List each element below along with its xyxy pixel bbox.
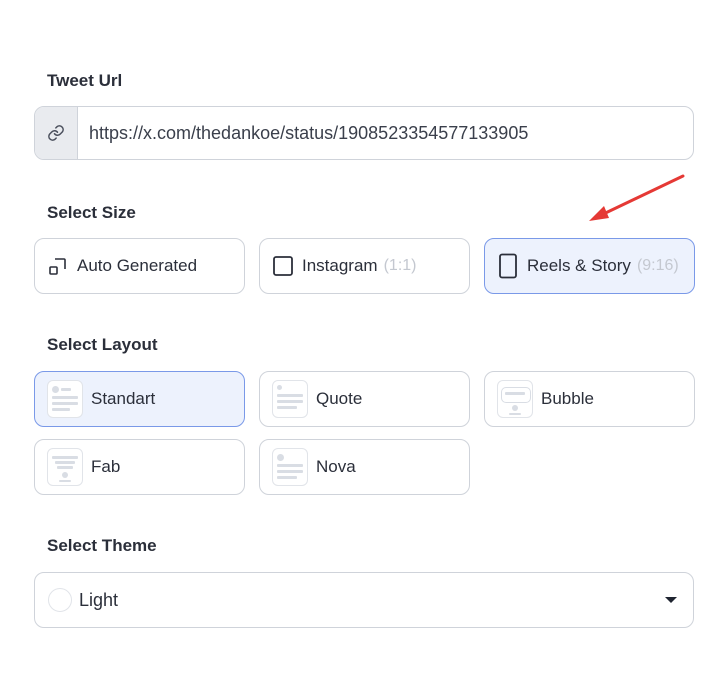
layout-option-label: Fab [91, 457, 121, 476]
portrait-icon [497, 253, 519, 279]
layout-standart-thumbnail-icon [47, 380, 83, 418]
tweet-url-label: Tweet Url [47, 71, 123, 90]
tweet-url-input[interactable] [78, 107, 693, 159]
size-option-reels-story[interactable]: Reels & Story (9:16) [484, 238, 695, 294]
size-option-instagram[interactable]: Instagram (1:1) [259, 238, 470, 294]
layout-quote-thumbnail-icon [272, 380, 308, 418]
layout-nova-thumbnail-icon [272, 448, 308, 486]
layout-option-label: Nova [316, 457, 356, 476]
size-option-label: Instagram [302, 256, 378, 275]
chevron-down-icon[interactable] [665, 597, 677, 603]
link-icon [35, 107, 78, 159]
layout-option-label: Standart [91, 389, 156, 408]
theme-selected-value: Light [79, 589, 119, 610]
auto-size-icon [47, 255, 69, 277]
layout-bubble-thumbnail-icon [497, 380, 533, 418]
size-option-label: Reels & Story [527, 256, 631, 275]
size-option-label: Auto Generated [77, 256, 198, 275]
annotation-arrow-icon [589, 174, 685, 221]
select-theme-label: Select Theme [47, 536, 157, 555]
select-size-label: Select Size [47, 203, 136, 222]
layout-option-fab[interactable]: Fab [34, 439, 245, 495]
layout-option-label: Quote [316, 389, 363, 408]
size-option-ratio: (9:16) [636, 257, 679, 274]
tweet-url-field[interactable] [34, 106, 694, 160]
size-option-auto-generated[interactable]: Auto Generated [34, 238, 245, 294]
layout-option-label: Bubble [541, 389, 594, 408]
select-layout-label: Select Layout [47, 335, 158, 354]
layout-option-quote[interactable]: Quote [259, 371, 470, 427]
size-option-ratio: (1:1) [383, 257, 417, 274]
layout-option-bubble[interactable]: Bubble [484, 371, 695, 427]
layout-option-nova[interactable]: Nova [259, 439, 470, 495]
square-icon [272, 255, 294, 277]
theme-select[interactable]: Light [34, 572, 694, 628]
layout-fab-thumbnail-icon [47, 448, 83, 486]
theme-color-swatch [48, 588, 72, 612]
layout-option-standart[interactable]: Standart [34, 371, 245, 427]
